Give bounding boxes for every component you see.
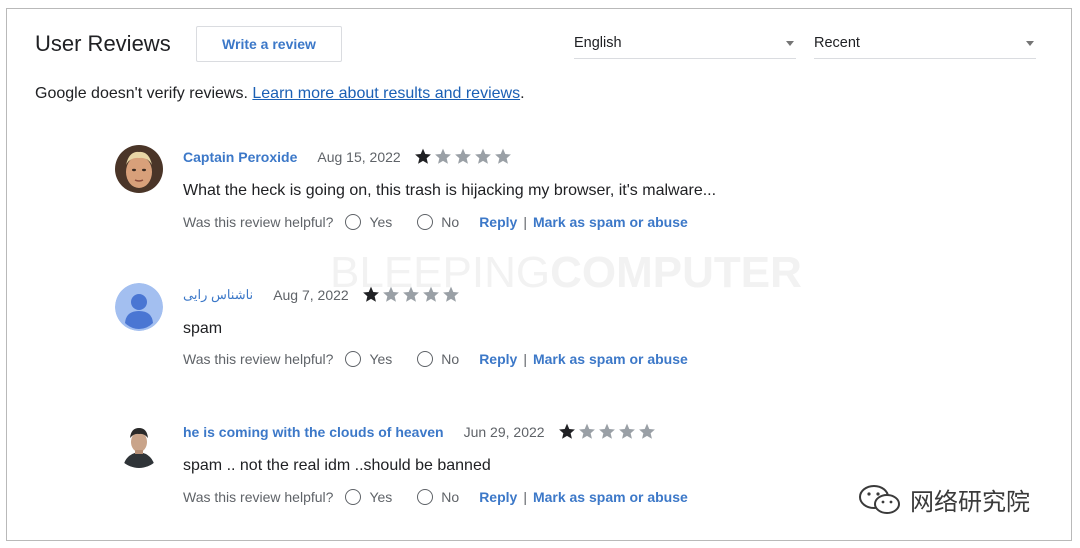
review-meta: Captain Peroxide Aug 15, 2022 [183, 147, 513, 166]
star-empty-icon [474, 148, 491, 164]
radio-icon[interactable] [417, 489, 434, 505]
reply-link[interactable]: Reply [479, 489, 517, 505]
star-empty-icon [422, 286, 439, 302]
avatar [115, 145, 163, 193]
default-avatar-icon [115, 283, 163, 331]
review-author[interactable]: Captain Peroxide [183, 149, 297, 165]
reply-link[interactable]: Reply [479, 351, 517, 367]
helpful-yes-option[interactable]: Yes [345, 351, 392, 367]
review-helpful-row: Was this review helpful? Yes No Reply | … [183, 214, 688, 230]
star-empty-icon [638, 423, 655, 439]
mark-spam-link[interactable]: Mark as spam or abuse [533, 489, 688, 505]
avatar [115, 283, 163, 331]
helpful-label: Was this review helpful? [183, 214, 334, 230]
review-meta: ناشناس رایی Aug 7, 2022 [183, 285, 461, 304]
helpful-label: Was this review helpful? [183, 489, 334, 505]
star-empty-icon [402, 286, 419, 302]
star-empty-icon [598, 423, 615, 439]
write-review-button[interactable]: Write a review [196, 26, 342, 62]
radio-icon[interactable] [345, 351, 362, 367]
star-rating [361, 285, 461, 304]
star-empty-icon [442, 286, 459, 302]
helpful-no-option[interactable]: No [417, 489, 459, 505]
review-text: spam .. not the real idm ..should be ban… [183, 457, 491, 474]
language-select-value: English [574, 35, 622, 51]
review-helpful-row: Was this review helpful? Yes No Reply | … [183, 489, 688, 505]
helpful-no-option[interactable]: No [417, 351, 459, 367]
star-empty-icon [382, 286, 399, 302]
star-filled-icon [362, 286, 379, 302]
wechat-icon [859, 484, 900, 514]
review-text: What the heck is going on, this trash is… [183, 182, 717, 199]
mark-spam-link[interactable]: Mark as spam or abuse [533, 351, 688, 367]
review-text: spam [183, 320, 223, 337]
reply-link[interactable]: Reply [479, 214, 517, 230]
avatar [115, 420, 163, 468]
caret-down-icon [786, 41, 794, 46]
star-empty-icon [454, 148, 471, 164]
star-rating [557, 422, 657, 441]
helpful-no-option[interactable]: No [417, 214, 459, 230]
review-date: Aug 7, 2022 [273, 286, 349, 303]
radio-icon[interactable] [417, 214, 434, 230]
star-filled-icon [414, 148, 431, 164]
helpful-label: Was this review helpful? [183, 351, 334, 367]
radio-icon[interactable] [345, 214, 362, 230]
review-date: Aug 15, 2022 [317, 148, 401, 165]
review-author[interactable]: he is coming with the clouds of heaven [183, 424, 444, 440]
sort-select[interactable]: Recent [814, 33, 1036, 59]
page-title: User Reviews [35, 31, 171, 56]
review-author[interactable]: ناشناس رایی [183, 287, 253, 303]
caret-down-icon [1026, 41, 1034, 46]
star-filled-icon [558, 423, 575, 439]
review-meta: he is coming with the clouds of heaven J… [183, 422, 657, 441]
radio-icon[interactable] [345, 489, 362, 505]
review-date: Jun 29, 2022 [463, 423, 545, 440]
review-helpful-row: Was this review helpful? Yes No Reply | … [183, 351, 688, 367]
star-empty-icon [578, 423, 595, 439]
learn-more-link[interactable]: Learn more about results and reviews [252, 85, 520, 102]
sort-select-value: Recent [814, 35, 860, 51]
star-empty-icon [618, 423, 635, 439]
language-select[interactable]: English [574, 33, 796, 59]
star-rating [413, 147, 513, 166]
source-watermark: 网络研究院 [858, 482, 1030, 517]
star-empty-icon [434, 148, 451, 164]
helpful-yes-option[interactable]: Yes [345, 489, 392, 505]
star-empty-icon [494, 148, 511, 164]
helpful-yes-option[interactable]: Yes [345, 214, 392, 230]
mark-spam-link[interactable]: Mark as spam or abuse [533, 214, 688, 230]
corner-label: 网络研究院 [910, 489, 1030, 516]
verification-notice: Google doesn't verify reviews. Learn mor… [35, 85, 525, 102]
radio-icon[interactable] [417, 351, 434, 367]
